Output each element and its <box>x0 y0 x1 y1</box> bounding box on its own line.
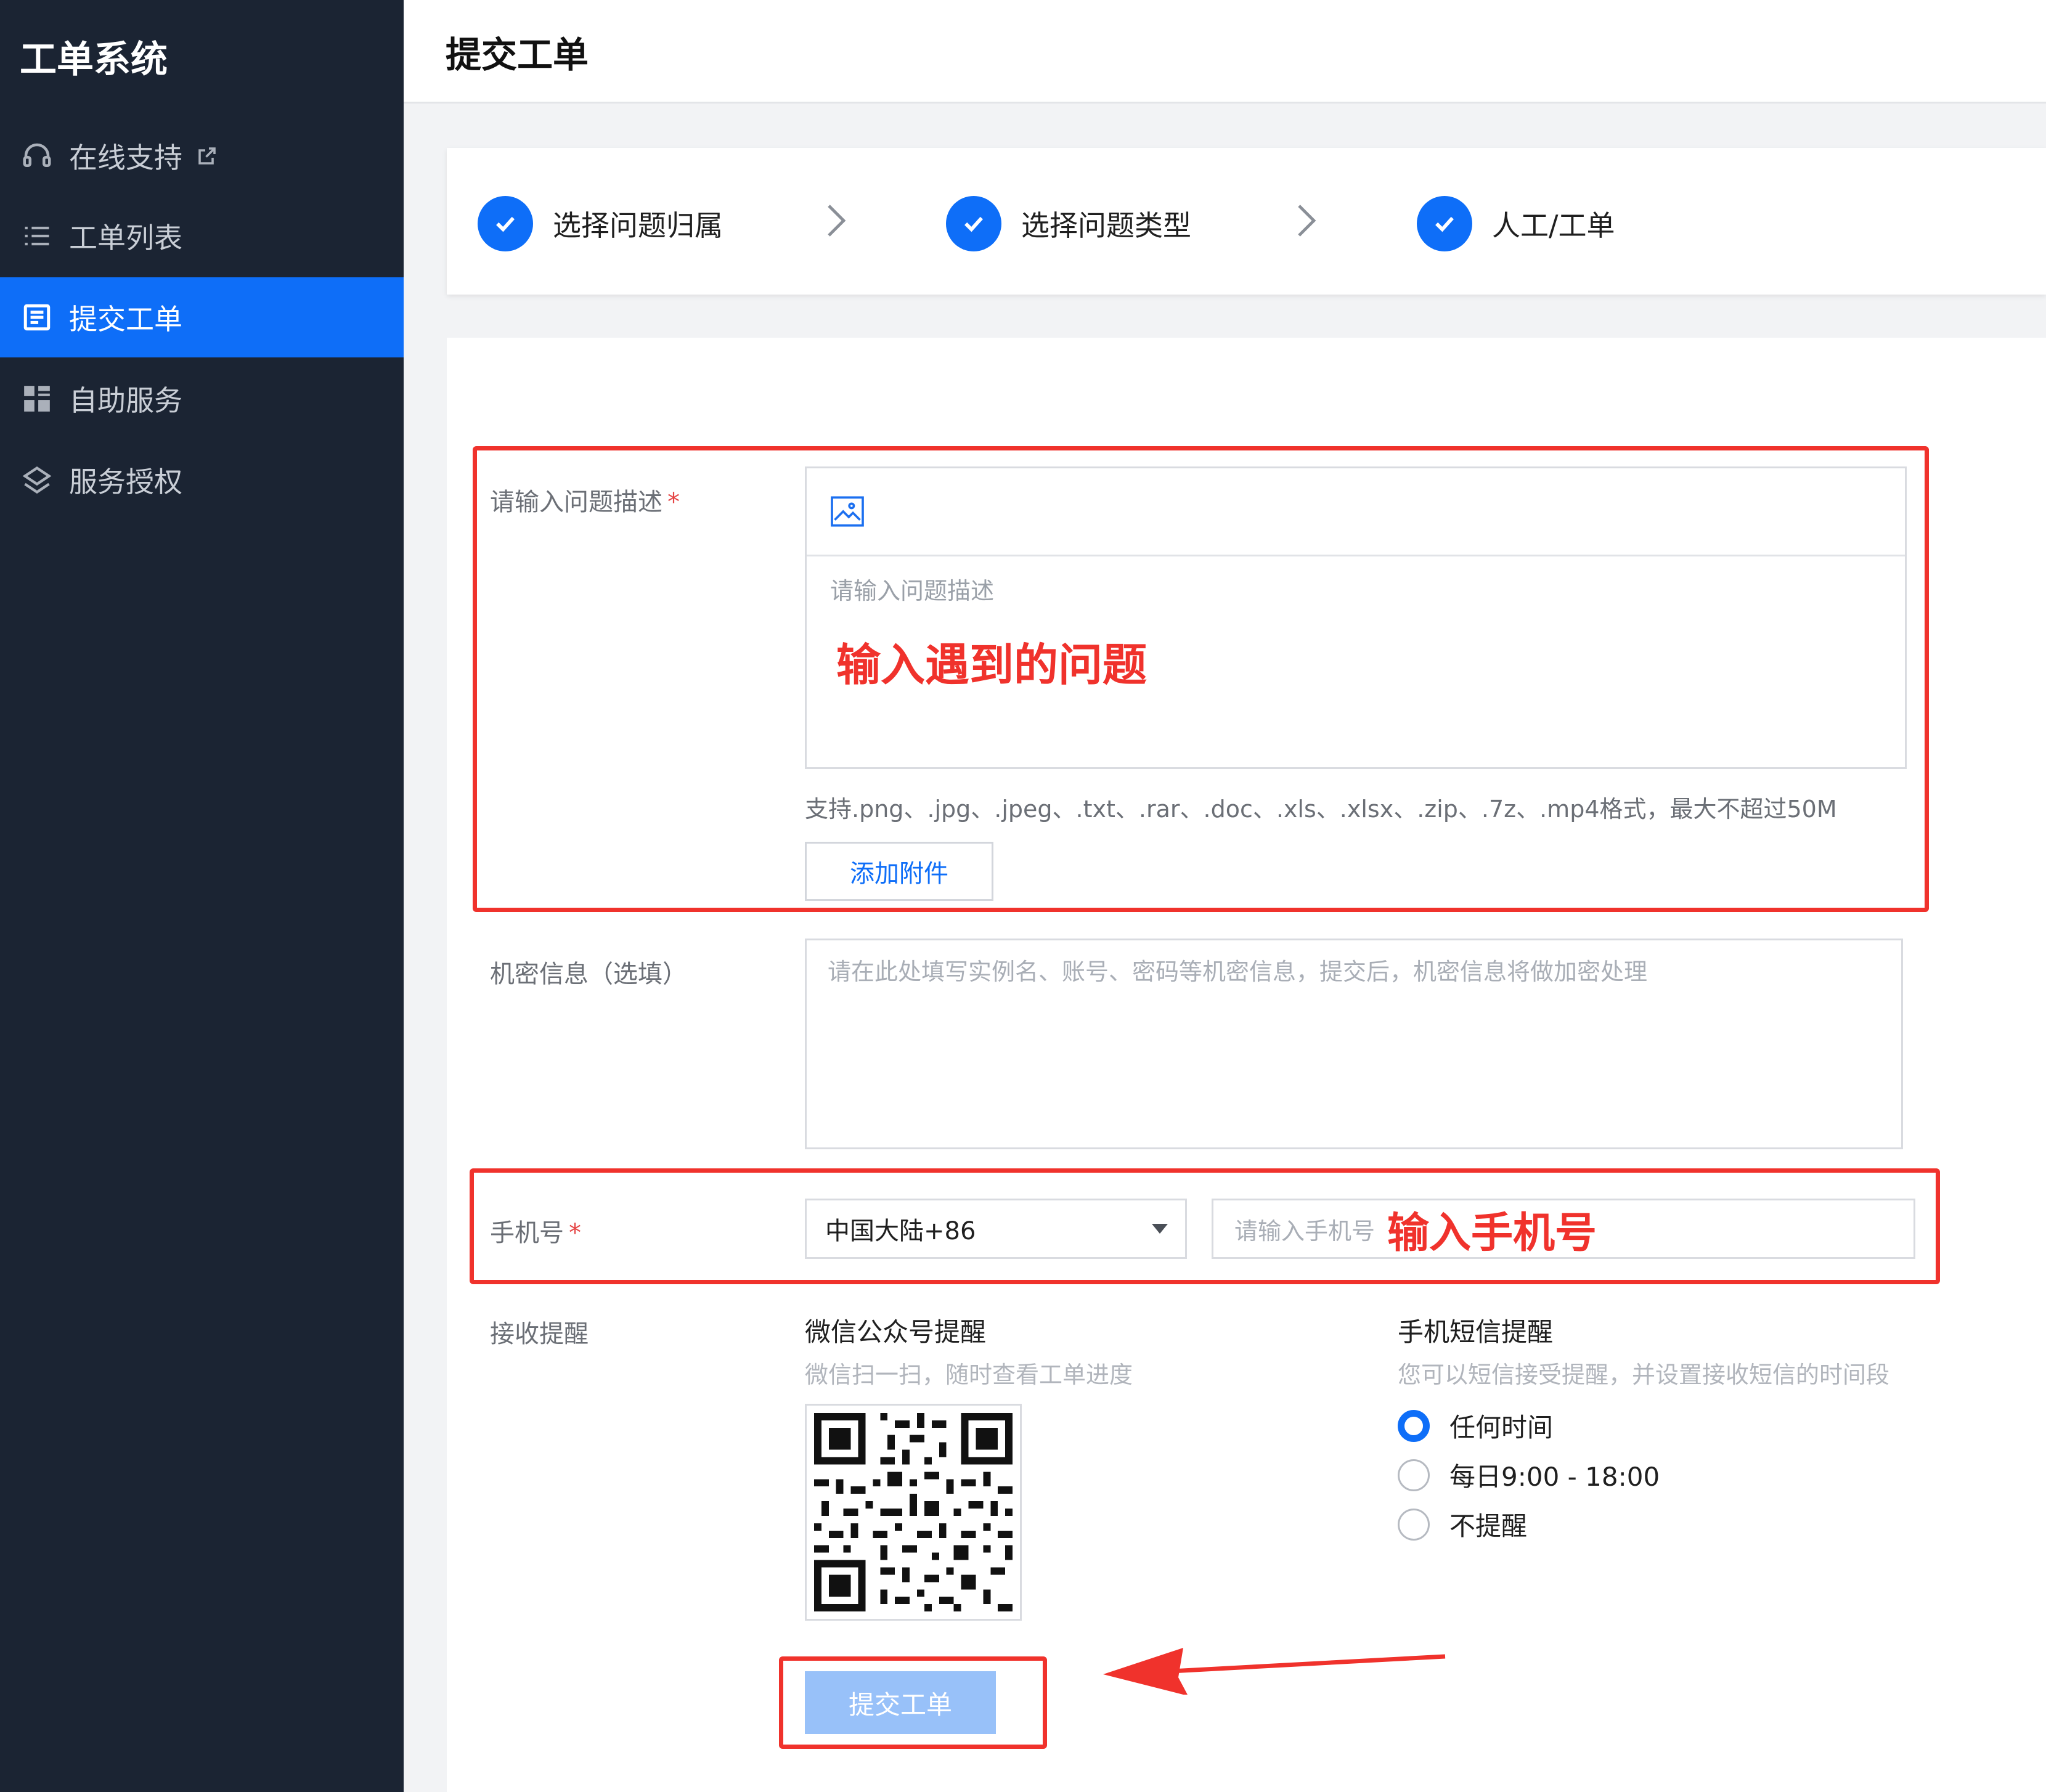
annotation-box-submit <box>779 1656 1047 1749</box>
radio-label: 不提醒 <box>1449 1511 1528 1541</box>
sidebar-item-online-support[interactable]: 在线支持 <box>0 116 404 196</box>
wechat-qr-code <box>805 1404 1022 1621</box>
chevron-right-icon <box>823 202 850 239</box>
app-brand: 工单系统 <box>20 38 168 81</box>
sidebar-item-label: 自助服务 <box>69 384 182 417</box>
headset-icon <box>18 137 55 174</box>
sms-title: 手机短信提醒 <box>1398 1317 1554 1347</box>
sidebar-item-self-service[interactable]: 自助服务 <box>0 359 404 439</box>
sms-subtitle: 您可以短信接受提醒，并设置接收短信的时间段 <box>1398 1361 1890 1388</box>
annotation-box-phone <box>470 1168 1940 1284</box>
step-2: 选择问题类型 <box>946 196 1191 251</box>
sidebar-item-ticket-list[interactable]: 工单列表 <box>0 196 404 276</box>
sidebar-item-label: 工单列表 <box>69 221 182 255</box>
grid-icon <box>18 380 55 417</box>
sidebar-item-submit-ticket[interactable]: 提交工单 <box>0 277 404 357</box>
radio-unchecked[interactable] <box>1398 1459 1430 1491</box>
radio-label: 任何时间 <box>1449 1412 1554 1443</box>
check-icon <box>478 196 533 251</box>
wechat-subtitle: 微信扫一扫，随时查看工单进度 <box>805 1361 1133 1388</box>
step-3: 人工/工单 <box>1417 196 1615 251</box>
page-title: 提交工单 <box>446 34 589 76</box>
step-label: 人工/工单 <box>1492 209 1615 242</box>
sidebar: 工单系统 在线支持 工单列表 提交工单 自助服务 服务授权 <box>0 0 404 1792</box>
form-icon <box>18 299 55 336</box>
sidebar-item-service-auth[interactable]: 服务授权 <box>0 440 404 520</box>
radio-checked[interactable] <box>1398 1409 1430 1442</box>
annotation-arrow-icon <box>1103 1648 1446 1695</box>
chevron-right-icon <box>1293 202 1320 239</box>
sidebar-item-label: 在线支持 <box>69 141 182 174</box>
notify-label: 接收提醒 <box>490 1320 589 1348</box>
sms-option-daily[interactable]: 每日9:00 - 18:00 <box>1398 1456 1660 1494</box>
radio-unchecked[interactable] <box>1398 1508 1430 1541</box>
steps-bar: 选择问题归属 选择问题类型 人工/工单 <box>447 148 2046 295</box>
secret-info-textarea[interactable] <box>805 939 1903 1149</box>
radio-label: 每日9:00 - 18:00 <box>1449 1462 1660 1492</box>
sms-option-anytime[interactable]: 任何时间 <box>1398 1407 1553 1444</box>
sidebar-item-label: 服务授权 <box>69 465 182 499</box>
sms-option-none[interactable]: 不提醒 <box>1398 1505 1527 1543</box>
secret-label: 机密信息（选填） <box>490 960 687 988</box>
check-icon <box>946 196 1001 251</box>
wechat-title: 微信公众号提醒 <box>805 1317 987 1347</box>
step-1: 选择问题归属 <box>478 196 723 251</box>
top-header: 提交工单 <box>404 0 2046 104</box>
step-label: 选择问题归属 <box>553 209 723 242</box>
sidebar-item-label: 提交工单 <box>69 303 182 336</box>
annotation-box-description <box>473 446 1929 912</box>
external-link-icon <box>196 145 218 167</box>
layers-icon <box>18 462 55 499</box>
list-icon <box>18 218 55 255</box>
step-label: 选择问题类型 <box>1021 209 1191 242</box>
check-icon <box>1417 196 1472 251</box>
